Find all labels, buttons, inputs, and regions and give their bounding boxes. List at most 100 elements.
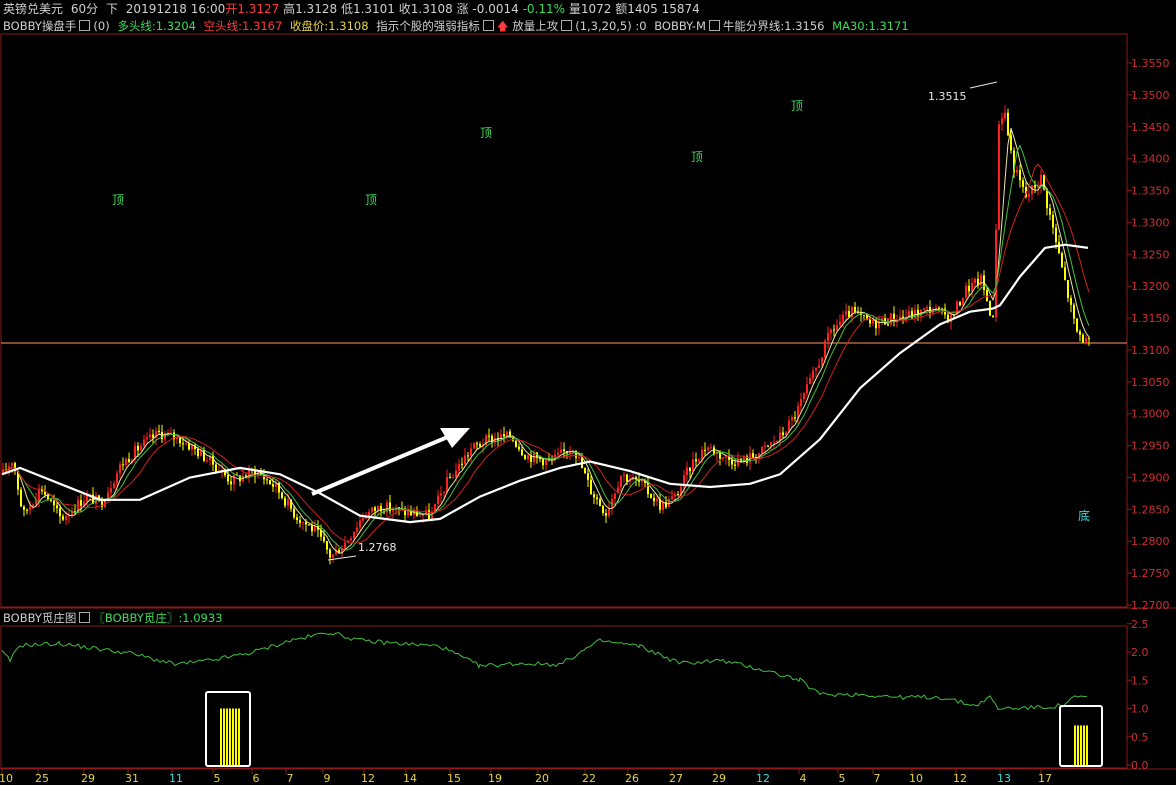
candle-body	[332, 554, 334, 558]
candle-body	[380, 506, 382, 512]
candle-body	[128, 458, 130, 463]
sub-tick-label: 1.5	[1131, 674, 1149, 687]
price-tick-label: 1.2800	[1131, 535, 1170, 548]
date-tick-label: 5	[839, 772, 846, 785]
bobby-mizhuang-line	[1, 632, 1088, 711]
volume-bar	[1074, 725, 1076, 765]
candle-body	[968, 285, 970, 292]
candle-body	[1019, 170, 1021, 181]
top-signal-label: 顶	[791, 99, 803, 113]
candle-body	[686, 467, 688, 476]
date-tick-label: 22	[582, 772, 596, 785]
price-tick-label: 1.3300	[1131, 216, 1170, 229]
candle-body	[407, 511, 409, 516]
top-signal-label: 顶	[365, 193, 377, 207]
date-tick-label: 12	[361, 772, 375, 785]
candle-body	[1052, 214, 1054, 228]
candle-body	[542, 458, 544, 466]
candle-body	[26, 509, 28, 511]
candle-body	[833, 329, 835, 331]
candle-body	[734, 464, 736, 466]
candle-body	[1067, 280, 1069, 298]
candle-body	[557, 452, 559, 455]
candle-body	[1061, 253, 1063, 268]
date-axis[interactable]: 10 25 29 31 11 5 6 7 9 12 14 15 19 20 22 26 27 29 12 4 5 7 10 1…	[0, 769, 1052, 785]
candle-body	[1055, 227, 1057, 243]
candle-body	[215, 464, 217, 472]
candle-body	[146, 437, 148, 440]
date-tick-label: 10	[0, 772, 13, 785]
candle-body	[626, 474, 628, 482]
candle-body	[524, 455, 526, 460]
price-tick-label: 1.3450	[1131, 121, 1170, 134]
date-tick-label: 15	[447, 772, 461, 785]
candle-body	[656, 499, 658, 502]
sub-axis: 2.5 2.0 1.5 1.0 0.5 0.0	[1127, 618, 1149, 772]
candle-body	[419, 515, 421, 517]
candle-body	[848, 310, 850, 318]
annotations: 顶顶顶顶顶底1.35151.2768	[112, 81, 1090, 561]
kline-chart[interactable]: 1.3550 1.3500 1.3450 1.3400 1.3350 1.3300 1.32…	[0, 0, 1176, 785]
price-tick-label: 1.3000	[1131, 408, 1170, 421]
candle-body	[38, 488, 40, 501]
date-tick-label: 12	[953, 772, 967, 785]
candle-body	[185, 443, 187, 445]
candle-body	[479, 444, 481, 447]
candle-body	[230, 481, 232, 485]
bull-boundary-line	[1, 243, 1089, 524]
volume-bar	[1080, 725, 1082, 765]
top-signal-label: 顶	[480, 126, 492, 140]
candle-body	[158, 430, 160, 432]
candle-body	[992, 315, 994, 318]
candle-body	[116, 473, 118, 484]
date-tick-label: 7	[287, 772, 294, 785]
candle-body	[293, 508, 295, 518]
volume-bar	[1083, 725, 1085, 765]
candle-body	[587, 473, 589, 480]
date-tick-label: 6	[253, 772, 260, 785]
candle-body	[188, 443, 190, 450]
candle-body	[698, 459, 700, 462]
candle-body	[488, 435, 490, 437]
price-tick-label: 1.3500	[1131, 89, 1170, 102]
candle-body	[545, 459, 547, 466]
trend-arrow-shaft	[311, 434, 451, 496]
candle-body	[323, 536, 325, 542]
date-tick-label: 25	[35, 772, 49, 785]
date-tick-label: 14	[403, 772, 417, 785]
price-axis: 1.3550 1.3500 1.3450 1.3400 1.3350 1.3300 1.32…	[1127, 57, 1170, 612]
candle-body	[365, 517, 367, 519]
candle-body	[815, 368, 817, 371]
candle-body	[695, 459, 697, 462]
candle-body	[821, 357, 823, 366]
candle-body	[455, 470, 457, 478]
candle-body	[140, 445, 142, 451]
candle-body	[284, 498, 286, 506]
candle-body	[149, 434, 151, 438]
sub-tick-label: 2.5	[1131, 618, 1149, 631]
candle-body	[311, 525, 313, 532]
candle-body	[197, 449, 199, 457]
candle-body	[422, 515, 424, 517]
candle-body	[233, 474, 235, 485]
candle-body	[515, 440, 517, 447]
date-tick-label: 29	[81, 772, 95, 785]
price-tick-label: 1.3100	[1131, 344, 1170, 357]
candle-body	[374, 507, 376, 511]
candle-body	[191, 445, 193, 450]
price-tick-label: 1.3400	[1131, 153, 1170, 166]
candle-body	[869, 319, 871, 324]
candle-body	[437, 495, 439, 504]
candle-body	[731, 459, 733, 465]
candle-body	[560, 449, 562, 453]
sub-tick-label: 0.5	[1131, 731, 1149, 744]
candle-body	[704, 449, 706, 451]
candle-body	[344, 542, 346, 549]
candle-body	[1088, 337, 1090, 339]
candle-body	[308, 524, 310, 526]
candle-body	[1001, 118, 1003, 125]
candle-body	[596, 497, 598, 500]
candle-body	[464, 455, 466, 465]
candle-body	[1016, 170, 1018, 173]
date-tick-label: 10	[909, 772, 923, 785]
